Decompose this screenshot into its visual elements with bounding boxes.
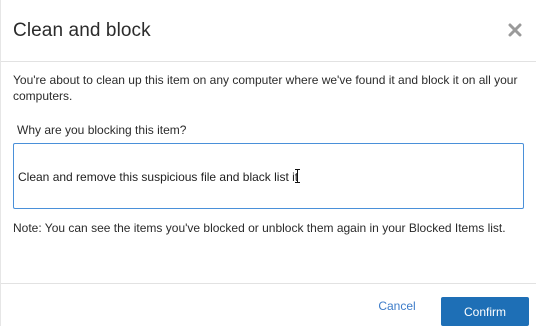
reason-textarea[interactable]: Clean and remove this suspicious file an… (13, 143, 524, 209)
reason-label: Why are you blocking this item? (17, 123, 187, 137)
text-cursor-icon (294, 169, 301, 183)
dialog-title: Clean and block (13, 20, 151, 41)
confirm-button[interactable]: Confirm (441, 297, 529, 326)
reason-textarea-value: Clean and remove this suspicious file an… (18, 170, 299, 184)
dialog-footer: Cancel Confirm (1, 283, 536, 326)
note-text: Note: You can see the items you've block… (13, 221, 506, 235)
intro-text: You're about to clean up this item on an… (13, 73, 518, 103)
dialog-header: Clean and block (1, 0, 536, 62)
close-icon (505, 20, 525, 40)
clean-and-block-dialog: Clean and block You're about to clean up… (0, 0, 536, 326)
close-button[interactable] (505, 20, 525, 40)
cancel-button[interactable]: Cancel (369, 296, 425, 316)
